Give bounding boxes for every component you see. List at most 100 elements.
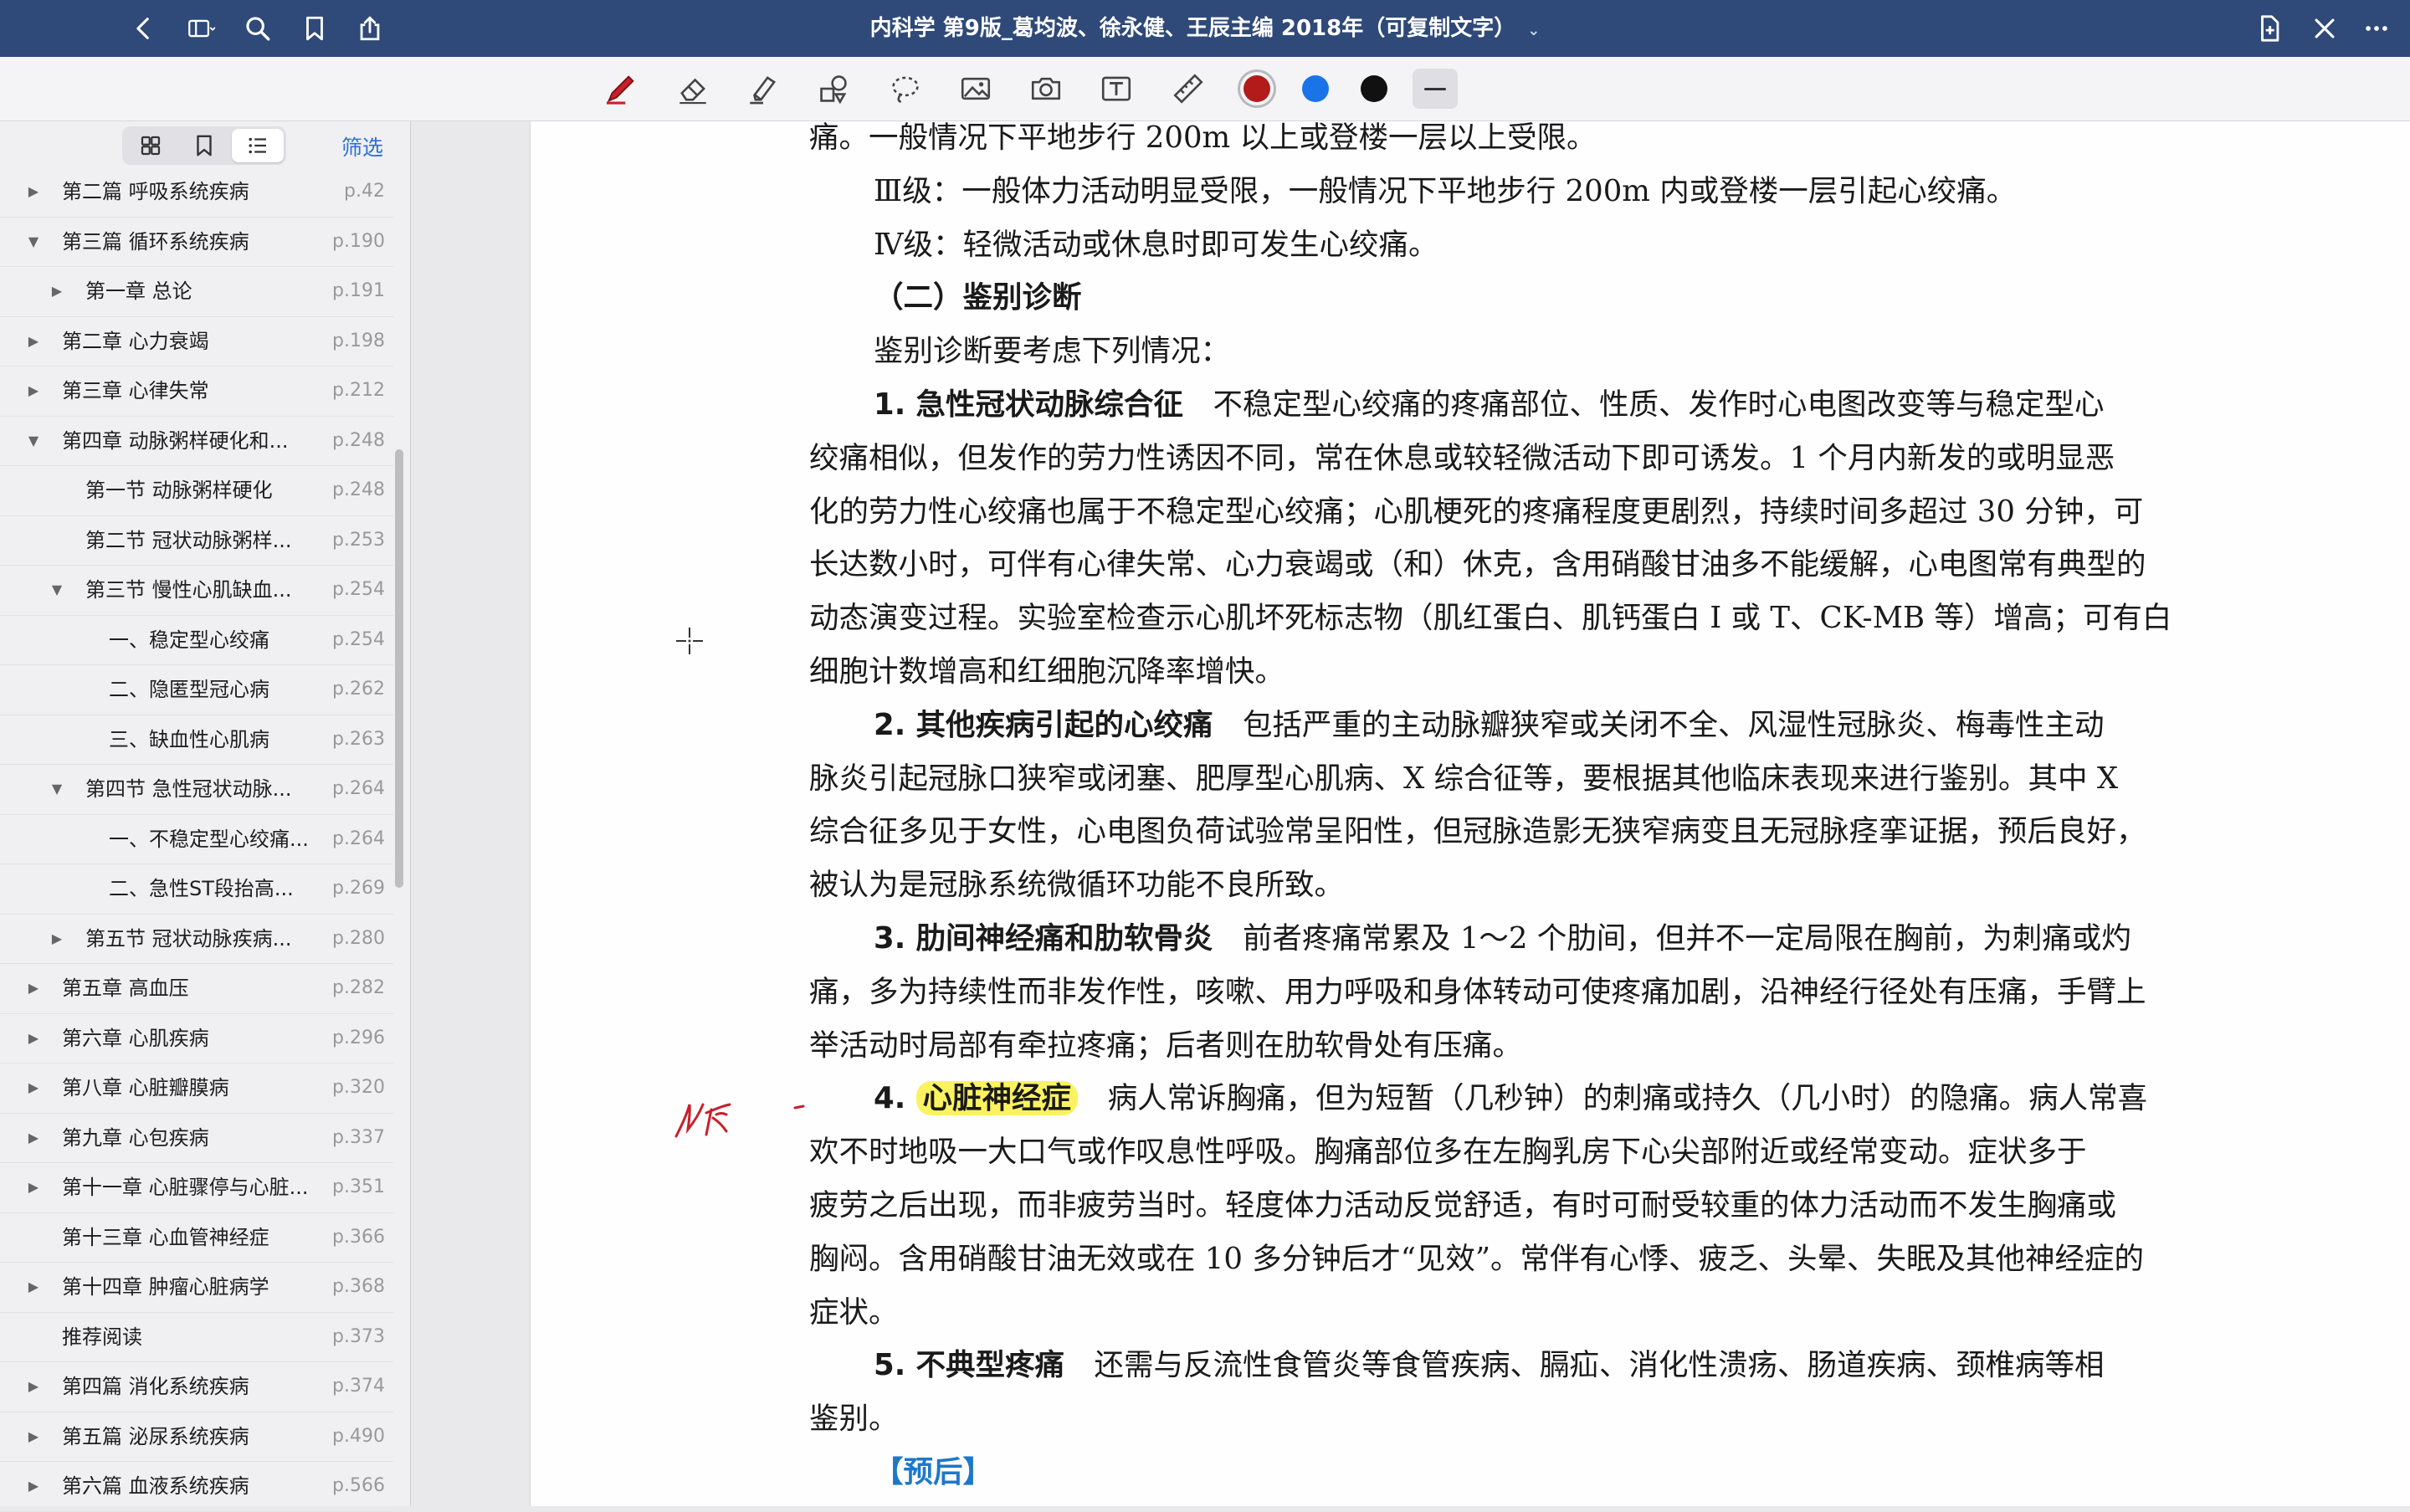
- toc-item[interactable]: 二、急性ST段抬高... p.269: [0, 864, 393, 915]
- toc-item-label: 一、不稳定型心绞痛...: [109, 827, 309, 851]
- color-red-swatch[interactable]: [1243, 75, 1270, 102]
- bookmark-icon[interactable]: [298, 12, 331, 45]
- toc-item[interactable]: 一、不稳定型心绞痛... p.264: [0, 815, 393, 864]
- table-of-contents: ▶ 第二篇 呼吸系统疾病 p.42 ▼ 第三篇 循环系统疾病 p.190 ▶ 第一章 总论 p.…: [0, 167, 393, 1512]
- sidebar-bookmark-icon[interactable]: [178, 129, 230, 162]
- ruler-icon[interactable]: [1168, 69, 1208, 109]
- toc-item[interactable]: 一、稳定型心绞痛 p.254: [0, 616, 393, 665]
- toc-item-label: 第六篇 血液系统疾病: [62, 1474, 249, 1498]
- body-text: 长达数小时，可伴有心律失常、心力衰竭或（和）休克，含用硝酸甘油多不能缓解，心电图…: [809, 547, 2146, 582]
- toc-item[interactable]: 第一节 动脉粥样硬化 p.248: [0, 466, 393, 516]
- disclosure-collapsed-icon[interactable]: ▶: [25, 964, 42, 1012]
- body-text: 被认为是冠脉系统微循环功能不良所致。: [809, 868, 1345, 903]
- page-text-line: 长达数小时，可伴有心律失常、心力衰竭或（和）休克，含用硝酸甘油多不能缓解，心电图…: [809, 541, 2232, 583]
- disclosure-collapsed-icon[interactable]: ▶: [25, 1014, 42, 1063]
- pen-icon[interactable]: [601, 69, 641, 109]
- disclosure-collapsed-icon[interactable]: ▶: [25, 167, 42, 216]
- page-text-line: 化的劳力性心绞痛也属于不稳定型心绞痛；心肌梗死的疼痛程度更剧烈，持续时间多超过 …: [809, 488, 2232, 530]
- sidebar-toggle-icon[interactable]: [181, 12, 223, 45]
- disclosure-collapsed-icon[interactable]: ▶: [25, 1163, 42, 1212]
- shapes-icon[interactable]: [813, 69, 854, 109]
- toc-item[interactable]: ▶ 第三章 心律失常 p.212: [0, 366, 393, 417]
- disclosure-collapsed-icon[interactable]: ▶: [25, 1412, 42, 1461]
- toc-item-label: 第八章 心脏瓣膜病: [62, 1076, 229, 1099]
- lasso-icon[interactable]: [885, 69, 926, 109]
- toc-item[interactable]: ▶ 第二章 心力衰竭 p.198: [0, 317, 393, 366]
- toc-item[interactable]: ▶ 第十一章 心脏骤停与心脏... p.351: [0, 1163, 393, 1213]
- color-black-swatch[interactable]: [1361, 75, 1387, 102]
- page-text-line: 痛，多为持续性而非发作性，咳嗽、用力呼吸和身体转动可使疼痛加剧，沿神经行径处有压…: [809, 968, 2232, 1011]
- disclosure-collapsed-icon[interactable]: ▶: [25, 1064, 42, 1112]
- toc-item[interactable]: 第二节 冠状动脉粥样... p.253: [0, 516, 393, 566]
- sidebar-scrollbar[interactable]: [395, 449, 403, 888]
- toc-item[interactable]: 推荐阅读 p.373: [0, 1313, 393, 1362]
- toc-item-page: p.320: [332, 1077, 385, 1098]
- heading-text: 2. 其他疾病引起的心绞痛: [874, 707, 1213, 742]
- page-text-line: 5. 不典型疼痛 还需与反流性食管炎等食管疾病、膈疝、消化性溃疡、肠道疾病、颈椎…: [874, 1341, 2296, 1384]
- toc-item-page: p.248: [332, 429, 385, 451]
- disclosure-expanded-icon[interactable]: ▼: [49, 765, 65, 813]
- camera-icon[interactable]: [1026, 69, 1066, 109]
- close-icon[interactable]: [2308, 12, 2341, 45]
- title-chevron-down-icon[interactable]: ⌄: [1527, 22, 1540, 39]
- highlighter-icon[interactable]: [743, 69, 783, 109]
- page-text-line: 4. 心脏神经症 病人常诉胸痛，但为短暂（几秒钟）的刺痛或持久（几小时）的隐痛。…: [874, 1074, 2296, 1117]
- outline-sidebar: 筛选 ▶ 第二篇 呼吸系统疾病 p.42 ▼ 第三篇 循环系统疾病 p.190 ▶ 第一章 总…: [0, 121, 411, 1512]
- disclosure-expanded-icon[interactable]: ▼: [25, 417, 42, 465]
- disclosure-collapsed-icon[interactable]: ▶: [25, 366, 42, 415]
- toc-item[interactable]: ▶ 第五节 冠状动脉疾病... p.280: [0, 915, 393, 964]
- page-text-line: 动态演变过程。实验室检查示心肌坏死标志物（肌红蛋白、肌钙蛋白 I 或 T、CK-…: [809, 594, 2232, 637]
- disclosure-collapsed-icon[interactable]: ▶: [49, 915, 65, 963]
- toc-item[interactable]: ▶ 第九章 心包疾病 p.337: [0, 1114, 393, 1163]
- toc-item[interactable]: 三、缺血性心肌病 p.263: [0, 715, 393, 765]
- disclosure-expanded-icon[interactable]: ▼: [49, 566, 65, 614]
- outline-list-icon[interactable]: [232, 129, 284, 162]
- toc-item-page: p.374: [332, 1376, 385, 1397]
- handwritten-annotation[interactable]: [669, 1084, 812, 1143]
- share-icon[interactable]: [353, 12, 387, 45]
- document-viewer[interactable]: 痛。一般情况下平地步行 200m 以上或登楼一层以上受限。 Ⅲ级：一般体力活动明显…: [411, 121, 2410, 1506]
- toc-item[interactable]: ▼ 第三篇 循环系统疾病 p.190: [0, 218, 393, 267]
- filter-button[interactable]: 筛选: [341, 131, 383, 161]
- page-text-line: 痛。一般情况下平地步行 200m 以上或登楼一层以上受限。: [809, 121, 2232, 156]
- disclosure-collapsed-icon[interactable]: ▶: [25, 1462, 42, 1510]
- toc-item[interactable]: ▶ 第八章 心脏瓣膜病 p.320: [0, 1064, 393, 1114]
- disclosure-collapsed-icon[interactable]: ▶: [25, 317, 42, 366]
- color-blue-swatch[interactable]: [1302, 75, 1329, 102]
- disclosure-collapsed-icon[interactable]: ▶: [25, 1114, 42, 1162]
- toc-item[interactable]: ▶ 第十四章 肿瘤心脏病学 p.368: [0, 1263, 393, 1313]
- text-box-icon[interactable]: [1096, 69, 1136, 109]
- add-page-icon[interactable]: [2253, 12, 2286, 45]
- page-text-line: 1. 急性冠状动脉综合征 不稳定型心绞痛的疼痛部位、性质、发作时心电图改变等与稳…: [874, 381, 2296, 423]
- toc-item[interactable]: ▼ 第三节 慢性心肌缺血... p.254: [0, 566, 393, 616]
- back-chevron-icon[interactable]: [127, 12, 161, 45]
- toc-item-label: 一、稳定型心绞痛: [109, 628, 269, 652]
- toc-item-page: p.212: [332, 380, 385, 401]
- toc-item[interactable]: 二、隐匿型冠心病 p.262: [0, 665, 393, 715]
- eraser-icon[interactable]: [673, 69, 713, 109]
- image-icon[interactable]: [956, 69, 996, 109]
- toc-item[interactable]: ▶ 第四篇 消化系统疾病 p.374: [0, 1362, 393, 1412]
- toc-item[interactable]: ▶ 第六章 心肌疾病 p.296: [0, 1014, 393, 1064]
- toc-item[interactable]: ▶ 第一章 总论 p.191: [0, 267, 393, 317]
- toc-item[interactable]: 第十三章 心血管神经症 p.366: [0, 1213, 393, 1263]
- page-text-line: 细胞计数增高和红细胞沉降率增快。: [809, 648, 2232, 690]
- toc-item-page: p.280: [332, 927, 385, 949]
- toc-item[interactable]: ▶ 第五篇 泌尿系统疾病 p.490: [0, 1412, 393, 1462]
- page-text-line: 综合征多见于女性，心电图负荷试验常呈阳性，但冠脉造影无狭窄病变且无冠脉痉挛证据，…: [809, 807, 2232, 850]
- disclosure-expanded-icon[interactable]: ▼: [25, 218, 42, 266]
- disclosure-collapsed-icon[interactable]: ▶: [49, 267, 65, 315]
- thumbnails-grid-icon[interactable]: [125, 129, 177, 162]
- disclosure-collapsed-icon[interactable]: ▶: [25, 1362, 42, 1411]
- stroke-thin-button[interactable]: [1413, 69, 1458, 109]
- search-icon[interactable]: [241, 12, 274, 45]
- disclosure-collapsed-icon[interactable]: ▶: [25, 1263, 42, 1311]
- page-text-line: Ⅲ级：一般体力活动明显受限，一般情况下平地步行 200m 内或登楼一层引起心绞痛…: [874, 167, 2296, 210]
- more-icon[interactable]: [2360, 12, 2393, 45]
- toc-item[interactable]: ▶ 第五章 高血压 p.282: [0, 964, 393, 1014]
- toc-item[interactable]: ▶ 第二篇 呼吸系统疾病 p.42: [0, 167, 393, 218]
- toc-item[interactable]: ▼ 第四章 动脉粥样硬化和... p.248: [0, 417, 393, 466]
- page-text-line: 3. 肋间神经痛和肋软骨炎 前者疼痛常累及 1～2 个肋间，但并不一定局限在胸前…: [874, 915, 2296, 957]
- toc-item[interactable]: ▼ 第四节 急性冠状动脉... p.264: [0, 765, 393, 815]
- toc-item[interactable]: ▶ 第六篇 血液系统疾病 p.566: [0, 1462, 393, 1512]
